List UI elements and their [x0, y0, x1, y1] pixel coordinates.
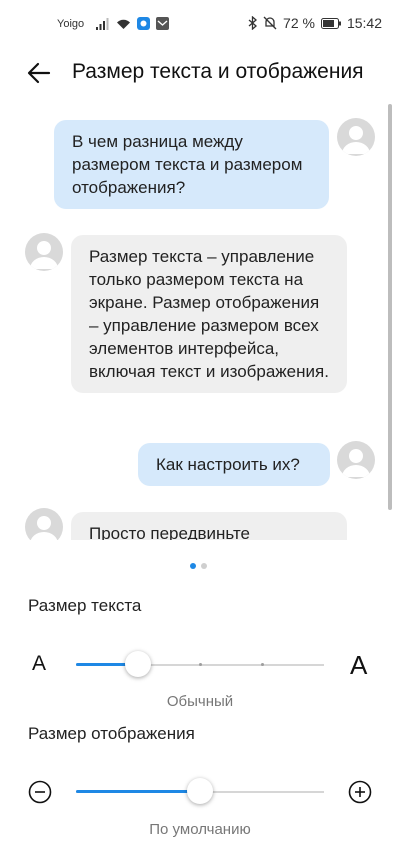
- mute-icon: [263, 16, 277, 30]
- message-text: Размер текста – управление только размер…: [89, 247, 329, 381]
- assistant-avatar: [25, 508, 63, 540]
- message-text: Как настроить их?: [156, 455, 300, 474]
- back-button[interactable]: [24, 58, 54, 88]
- text-size-large-icon[interactable]: A: [350, 650, 367, 681]
- user-avatar: [337, 118, 375, 156]
- person-icon: [30, 241, 58, 269]
- chat-bubble-assistant: Просто передвиньте: [71, 512, 347, 540]
- user-avatar: [337, 441, 375, 479]
- text-size-small-icon[interactable]: A: [32, 652, 46, 676]
- carrier-name: Yoigo: [57, 17, 85, 30]
- battery-icon: [320, 17, 341, 29]
- minus-circle-icon[interactable]: [28, 780, 52, 804]
- text-size-value: Обычный: [166, 693, 234, 710]
- slider-tick: [199, 663, 202, 666]
- arrow-left-icon: [27, 62, 51, 84]
- page-dot-active: [190, 563, 196, 569]
- wifi-icon: [116, 18, 131, 30]
- app-notification-icon: [137, 17, 151, 30]
- slider-thumb[interactable]: [187, 778, 213, 804]
- app-header: Размер текста и отображения: [0, 46, 400, 100]
- page-indicator: [190, 563, 207, 569]
- status-bar: Yoigo 72 % 15:42: [0, 0, 400, 46]
- display-size-slider[interactable]: [76, 777, 324, 807]
- bluetooth-icon: [248, 16, 258, 30]
- person-icon: [30, 516, 58, 540]
- display-size-value: По умолчанию: [149, 821, 251, 838]
- status-left: Yoigo: [57, 17, 170, 30]
- message-text: В чем разница между размером текста и ра…: [72, 132, 303, 197]
- message-text: Просто передвиньте: [89, 524, 251, 540]
- chat-bubble-user: В чем разница между размером текста и ра…: [54, 120, 329, 209]
- signal-icon: [96, 17, 110, 30]
- slider-thumb[interactable]: [125, 651, 151, 677]
- plus-circle-icon[interactable]: [348, 780, 372, 804]
- chat-bubble-assistant: Размер текста – управление только размер…: [71, 235, 347, 393]
- slider-fill: [76, 790, 200, 793]
- mail-notification-icon: [156, 17, 170, 30]
- battery-percent: 72 %: [283, 15, 315, 31]
- page-title: Размер текста и отображения: [72, 60, 364, 83]
- text-size-label: Размер текста: [28, 596, 142, 615]
- display-size-label: Размер отображения: [28, 724, 195, 743]
- chat-bubble-user: Как настроить их?: [138, 443, 330, 486]
- slider-tick: [261, 663, 264, 666]
- person-icon: [342, 449, 370, 477]
- chat-preview[interactable]: В чем разница между размером текста и ра…: [0, 104, 400, 540]
- person-icon: [342, 126, 370, 154]
- text-size-slider[interactable]: [76, 650, 324, 680]
- status-right: 72 % 15:42: [248, 15, 382, 31]
- chat-scrollbar[interactable]: [388, 104, 392, 510]
- assistant-avatar: [25, 233, 63, 271]
- page-dot: [201, 563, 207, 569]
- clock-time: 15:42: [346, 15, 382, 31]
